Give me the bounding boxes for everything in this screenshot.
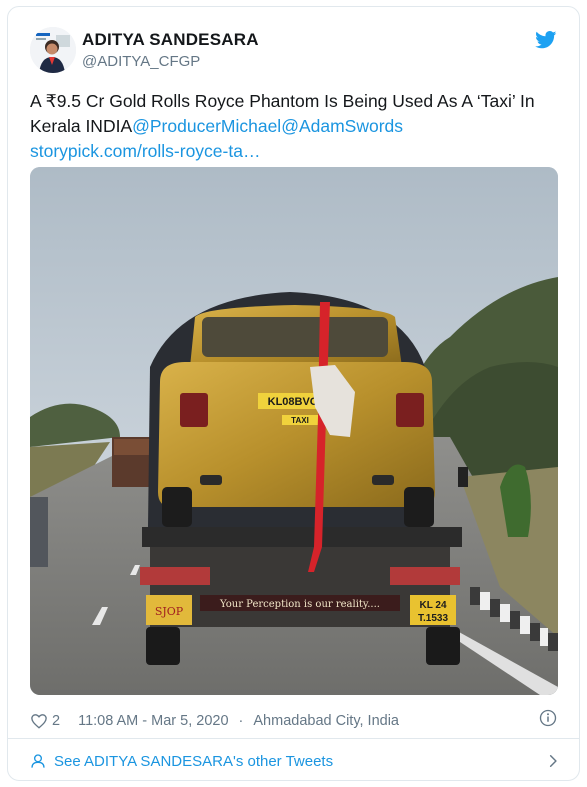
heart-icon[interactable] xyxy=(30,712,48,730)
tweet-text: A ₹9.5 Cr Gold Rolls Royce Phantom Is Be… xyxy=(30,89,560,164)
info-icon[interactable] xyxy=(539,709,557,727)
tweet-meta: 2 11:08 AM - Mar 5, 2020 · Ahmadabad Cit… xyxy=(30,710,560,732)
meta-separator: · xyxy=(238,713,244,729)
avatar[interactable] xyxy=(30,27,76,73)
mention-adamswords[interactable]: @AdamSwords xyxy=(281,116,403,136)
author-name[interactable]: ADITYA SANDESARA xyxy=(82,30,259,50)
divider xyxy=(8,738,579,739)
tweet-card[interactable]: ADITYA SANDESARA @ADITYA_CFGP A ₹9.5 Cr … xyxy=(7,6,580,781)
tweet-timestamp[interactable]: 11:08 AM - Mar 5, 2020 xyxy=(78,713,228,729)
car-taxi-text: TAXI xyxy=(291,416,309,425)
truck-banner-text: Your Perception is our reality.... xyxy=(219,599,380,610)
person-icon xyxy=(31,754,45,768)
twitter-bird-icon[interactable] xyxy=(535,31,557,49)
truck-logo-text: SJOP xyxy=(155,605,184,618)
truck-plate-line1: KL 24 xyxy=(419,600,446,611)
car-plate-text: KL08BVO xyxy=(268,396,319,408)
tweet-location[interactable]: Ahmadabad City, India xyxy=(253,713,399,729)
tweet-link[interactable]: storypick.com/rolls-royce-ta… xyxy=(30,141,260,161)
see-other-tweets-link[interactable]: See ADITYA SANDESARA's other Tweets xyxy=(30,750,560,772)
mention-producermichael[interactable]: @ProducerMichael xyxy=(132,116,281,136)
chevron-right-icon xyxy=(549,755,557,767)
tweet-photo[interactable]: Your Perception is our reality.... SJOP … xyxy=(30,167,558,695)
see-other-tweets-label: See ADITYA SANDESARA's other Tweets xyxy=(54,752,334,770)
like-count[interactable]: 2 xyxy=(52,713,60,729)
truck-plate-line2: T.1533 xyxy=(418,613,448,624)
author-handle[interactable]: @ADITYA_CFGP xyxy=(82,53,200,70)
